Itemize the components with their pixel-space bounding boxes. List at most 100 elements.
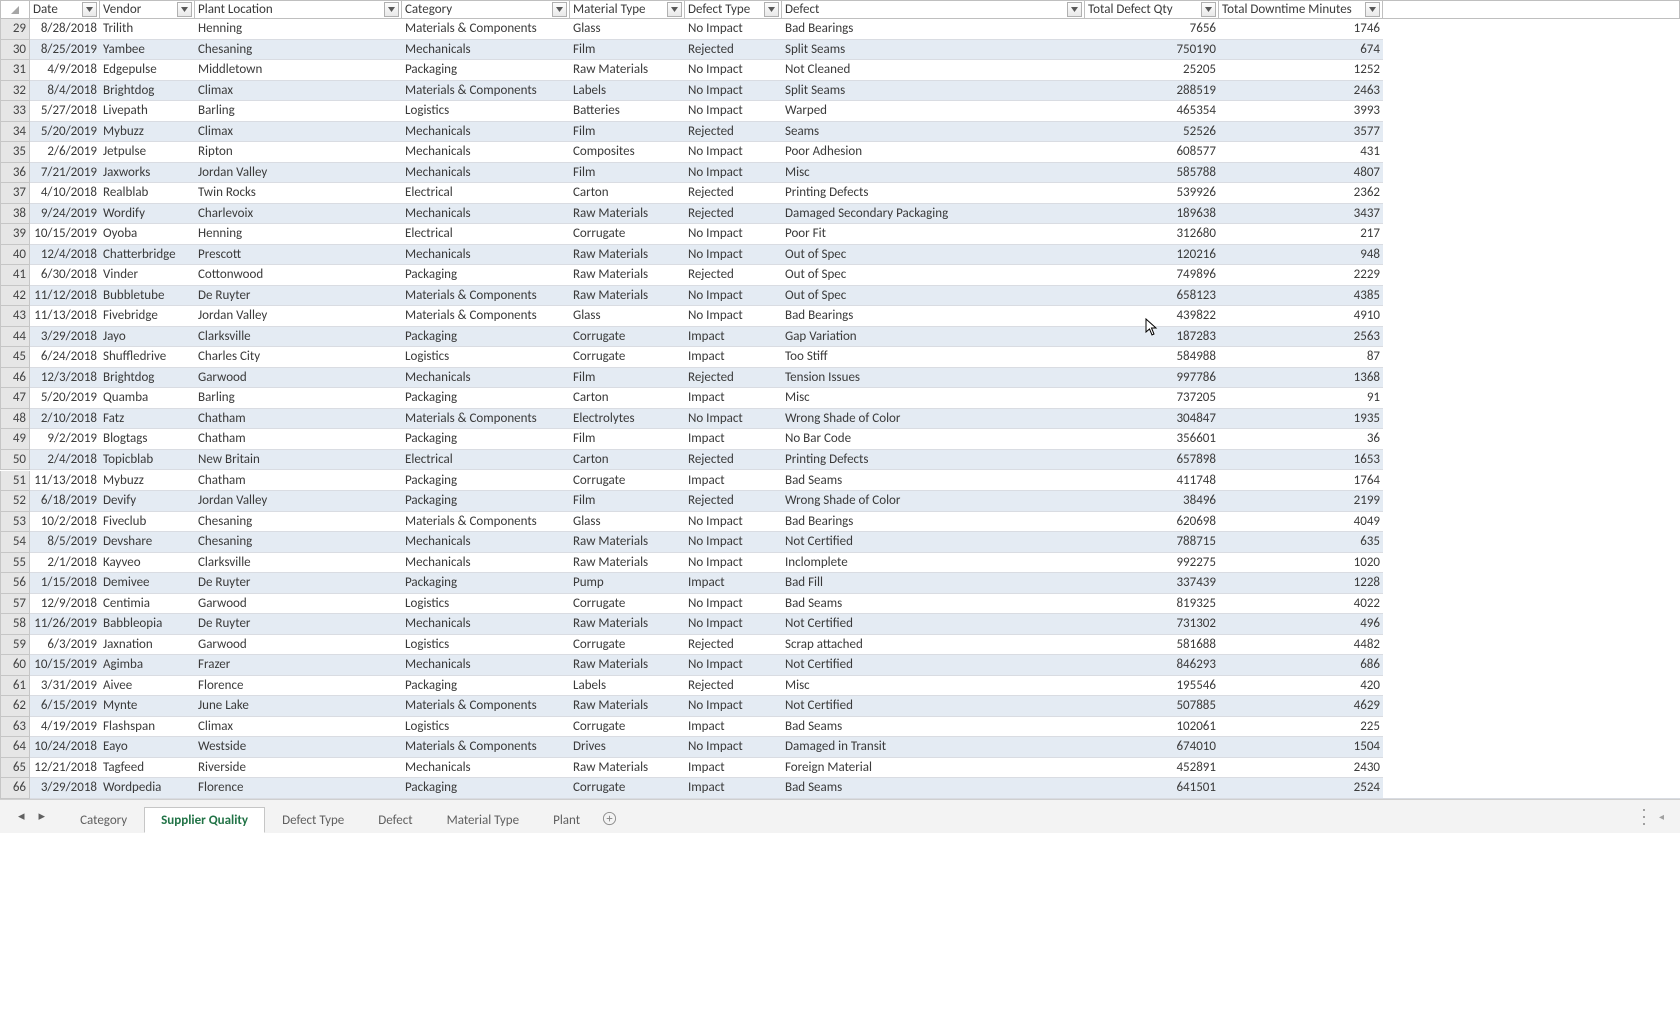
- table-cell[interactable]: 997786: [1085, 368, 1219, 389]
- table-cell[interactable]: Printing Defects: [782, 450, 1085, 471]
- table-cell[interactable]: 4/19/2019: [30, 717, 100, 738]
- sheet-nav-prev-icon[interactable]: ◂: [18, 809, 25, 824]
- table-cell[interactable]: 4/9/2018: [30, 60, 100, 81]
- table-cell[interactable]: 608577: [1085, 142, 1219, 163]
- table-cell[interactable]: Middletown: [195, 60, 402, 81]
- table-cell[interactable]: Mybuzz: [100, 471, 195, 492]
- row-number[interactable]: 59: [0, 635, 30, 656]
- column-header[interactable]: Vendor: [100, 0, 195, 19]
- table-cell[interactable]: Clarksville: [195, 327, 402, 348]
- sheet-tab[interactable]: Material Type: [430, 807, 537, 833]
- row-number[interactable]: 31: [0, 60, 30, 81]
- row-number[interactable]: 57: [0, 594, 30, 615]
- table-cell[interactable]: Rejected: [685, 491, 782, 512]
- table-cell[interactable]: 581688: [1085, 635, 1219, 656]
- table-cell[interactable]: Split Seams: [782, 40, 1085, 61]
- table-cell[interactable]: Trilith: [100, 19, 195, 40]
- table-cell[interactable]: Impact: [685, 388, 782, 409]
- row-number[interactable]: 61: [0, 676, 30, 697]
- row-number[interactable]: 33: [0, 101, 30, 122]
- table-cell[interactable]: 750190: [1085, 40, 1219, 61]
- table-cell[interactable]: Labels: [570, 81, 685, 102]
- table-cell[interactable]: Rejected: [685, 265, 782, 286]
- table-cell[interactable]: No Impact: [685, 594, 782, 615]
- filter-dropdown-button[interactable]: [1365, 2, 1380, 17]
- table-cell[interactable]: 420: [1219, 676, 1383, 697]
- table-cell[interactable]: Packaging: [402, 265, 570, 286]
- row-number[interactable]: 62: [0, 696, 30, 717]
- table-cell[interactable]: Rejected: [685, 122, 782, 143]
- table-cell[interactable]: 12/21/2018: [30, 758, 100, 779]
- table-cell[interactable]: Wordpedia: [100, 778, 195, 799]
- table-cell[interactable]: No Impact: [685, 60, 782, 81]
- table-cell[interactable]: Flashspan: [100, 717, 195, 738]
- table-cell[interactable]: 1746: [1219, 19, 1383, 40]
- table-cell[interactable]: 4482: [1219, 635, 1383, 656]
- table-cell[interactable]: 225: [1219, 717, 1383, 738]
- table-cell[interactable]: Jordan Valley: [195, 306, 402, 327]
- row-number[interactable]: 35: [0, 142, 30, 163]
- table-cell[interactable]: Riverside: [195, 758, 402, 779]
- table-cell[interactable]: Chatham: [195, 409, 402, 430]
- table-cell[interactable]: 2/1/2018: [30, 553, 100, 574]
- row-number[interactable]: 37: [0, 183, 30, 204]
- table-cell[interactable]: 6/15/2019: [30, 696, 100, 717]
- table-cell[interactable]: Bad Seams: [782, 471, 1085, 492]
- table-cell[interactable]: 4049: [1219, 512, 1383, 533]
- table-cell[interactable]: Rejected: [685, 368, 782, 389]
- table-cell[interactable]: Corrugate: [570, 717, 685, 738]
- table-cell[interactable]: 10/24/2018: [30, 737, 100, 758]
- table-cell[interactable]: 10/15/2019: [30, 224, 100, 245]
- table-cell[interactable]: Aivee: [100, 676, 195, 697]
- table-cell[interactable]: 3/31/2019: [30, 676, 100, 697]
- table-cell[interactable]: Shuffledrive: [100, 347, 195, 368]
- table-cell[interactable]: Not Certified: [782, 696, 1085, 717]
- table-cell[interactable]: Rejected: [685, 183, 782, 204]
- table-cell[interactable]: Poor Adhesion: [782, 142, 1085, 163]
- table-cell[interactable]: Materials & Components: [402, 19, 570, 40]
- table-cell[interactable]: Materials & Components: [402, 409, 570, 430]
- table-cell[interactable]: 1764: [1219, 471, 1383, 492]
- row-number[interactable]: 41: [0, 265, 30, 286]
- table-cell[interactable]: New Britain: [195, 450, 402, 471]
- table-cell[interactable]: 217: [1219, 224, 1383, 245]
- table-cell[interactable]: 3/29/2018: [30, 327, 100, 348]
- table-cell[interactable]: 439822: [1085, 306, 1219, 327]
- table-cell[interactable]: 658123: [1085, 286, 1219, 307]
- table-cell[interactable]: Mechanicals: [402, 245, 570, 266]
- table-cell[interactable]: 8/5/2019: [30, 532, 100, 553]
- table-cell[interactable]: Packaging: [402, 429, 570, 450]
- table-cell[interactable]: 91: [1219, 388, 1383, 409]
- table-cell[interactable]: 356601: [1085, 429, 1219, 450]
- table-cell[interactable]: Tension Issues: [782, 368, 1085, 389]
- table-cell[interactable]: 12/4/2018: [30, 245, 100, 266]
- table-cell[interactable]: 4/10/2018: [30, 183, 100, 204]
- table-cell[interactable]: Topicblab: [100, 450, 195, 471]
- table-cell[interactable]: 2/4/2018: [30, 450, 100, 471]
- table-cell[interactable]: 1228: [1219, 573, 1383, 594]
- table-cell[interactable]: No Impact: [685, 245, 782, 266]
- table-cell[interactable]: 1653: [1219, 450, 1383, 471]
- table-cell[interactable]: Tagfeed: [100, 758, 195, 779]
- table-cell[interactable]: 1020: [1219, 553, 1383, 574]
- table-cell[interactable]: No Impact: [685, 614, 782, 635]
- table-cell[interactable]: Oyoba: [100, 224, 195, 245]
- row-number[interactable]: 63: [0, 717, 30, 738]
- table-cell[interactable]: Not Certified: [782, 532, 1085, 553]
- table-cell[interactable]: Raw Materials: [570, 758, 685, 779]
- table-cell[interactable]: Mechanicals: [402, 532, 570, 553]
- table-cell[interactable]: Warped: [782, 101, 1085, 122]
- table-cell[interactable]: Raw Materials: [570, 655, 685, 676]
- table-cell[interactable]: 102061: [1085, 717, 1219, 738]
- row-number[interactable]: 55: [0, 553, 30, 574]
- table-cell[interactable]: 9/2/2019: [30, 429, 100, 450]
- table-cell[interactable]: Jaxworks: [100, 163, 195, 184]
- table-cell[interactable]: Film: [570, 429, 685, 450]
- splitter-handle-icon[interactable]: [1643, 809, 1647, 825]
- table-cell[interactable]: Out of Spec: [782, 245, 1085, 266]
- table-cell[interactable]: Jordan Valley: [195, 163, 402, 184]
- table-cell[interactable]: 1504: [1219, 737, 1383, 758]
- table-cell[interactable]: 1368: [1219, 368, 1383, 389]
- table-cell[interactable]: De Ruyter: [195, 614, 402, 635]
- table-cell[interactable]: No Impact: [685, 737, 782, 758]
